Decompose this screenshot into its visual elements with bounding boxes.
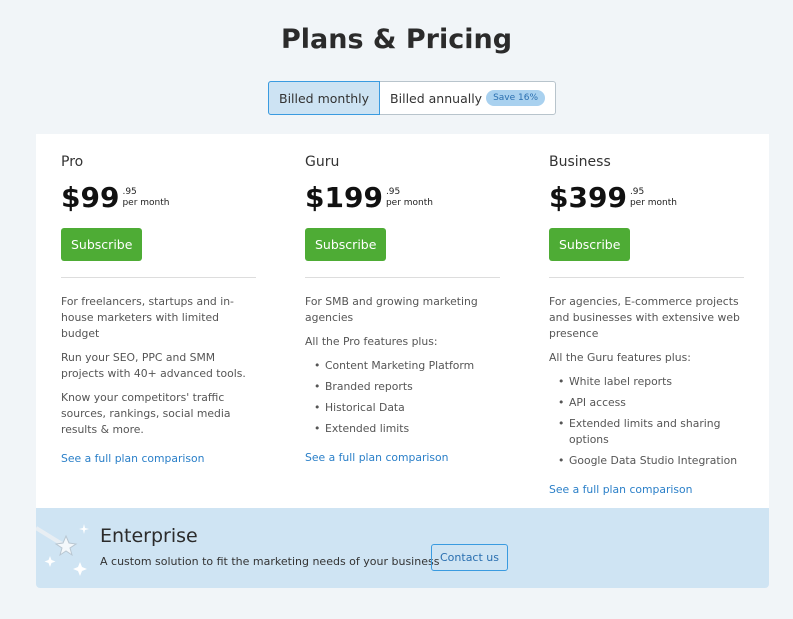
plan-name: Business xyxy=(549,154,611,170)
price-amount: $99 xyxy=(61,181,120,214)
billing-toggle: Billed monthly Billed annually Save 16% xyxy=(268,81,557,115)
magic-wand-icon xyxy=(36,524,89,576)
divider xyxy=(61,277,256,278)
plan-comparison-link[interactable]: See a full plan comparison xyxy=(61,452,256,465)
price-cents: .95 xyxy=(122,187,137,197)
enterprise-description: A custom solution to fit the marketing n… xyxy=(100,555,440,568)
feature-list: White label reports API access Extended li… xyxy=(558,374,744,469)
subscribe-button[interactable]: Subscribe xyxy=(549,228,631,261)
feature-item: API access xyxy=(558,395,744,411)
divider xyxy=(549,277,744,278)
divider xyxy=(305,277,500,278)
price-period: per month xyxy=(122,198,170,208)
plan-price: $399 .95 per month xyxy=(549,182,744,214)
billed-monthly-label: Billed monthly xyxy=(279,90,370,106)
billed-annually-option[interactable]: Billed annually Save 16% xyxy=(380,82,555,114)
plan-description: For SMB and growing marketing agencies xyxy=(305,295,478,324)
feature-item: Extended limits xyxy=(314,421,500,437)
plan-description: For agencies, E-commerce projects and bu… xyxy=(549,295,740,340)
page-title: Plans & Pricing xyxy=(280,24,513,55)
plan-description: All the Pro features plus: xyxy=(305,335,438,348)
feature-item: Google Data Studio Integration xyxy=(558,453,744,469)
plan-description: For freelancers, startups and in-house m… xyxy=(61,295,234,340)
price-period: per month xyxy=(629,198,677,208)
subscribe-button[interactable]: Subscribe xyxy=(305,228,387,261)
plan-comparison-link[interactable]: See a full plan comparison xyxy=(305,451,500,464)
billed-annually-label: Billed annually xyxy=(390,90,483,106)
plan-description: Know your competitors' traffic sources, … xyxy=(61,391,231,436)
billed-monthly-option[interactable]: Billed monthly xyxy=(268,81,381,115)
price-cents: .95 xyxy=(385,187,401,197)
price-period: per month xyxy=(385,198,433,208)
feature-list: Content Marketing Platform Branded report… xyxy=(314,358,500,437)
price-amount: $399 xyxy=(549,181,627,214)
plan-card-guru: Guru $199 .95 per month Subscribe For SMB … xyxy=(305,154,500,464)
contact-us-button[interactable]: Contact us xyxy=(431,544,508,571)
feature-item: Branded reports xyxy=(314,379,500,395)
plan-comparison-link[interactable]: See a full plan comparison xyxy=(549,483,744,496)
plan-name: Pro xyxy=(61,154,84,170)
plan-description: All the Guru features plus: xyxy=(549,351,691,364)
plan-card-pro: Pro $99 .95 per month Subscribe For freela… xyxy=(61,154,256,465)
plan-card-business: Business $399 .95 per month Subscribe For … xyxy=(549,154,744,496)
price-cents: .95 xyxy=(629,187,645,197)
plan-name: Guru xyxy=(305,154,340,170)
enterprise-title: Enterprise xyxy=(100,525,198,547)
price-amount: $199 xyxy=(305,181,383,214)
plan-description: Run your SEO, PPC and SMM projects with … xyxy=(61,351,246,380)
feature-item: Content Marketing Platform xyxy=(314,358,500,374)
plans-panel: Pro $99 .95 per month Subscribe For freela… xyxy=(36,134,769,509)
feature-item: Historical Data xyxy=(314,400,500,416)
feature-item: Extended limits and sharing options xyxy=(558,416,744,448)
plan-price: $199 .95 per month xyxy=(305,182,500,214)
enterprise-banner: Enterprise A custom solution to fit the … xyxy=(36,508,769,588)
plan-price: $99 .95 per month xyxy=(61,182,256,214)
feature-item: White label reports xyxy=(558,374,744,390)
subscribe-button[interactable]: Subscribe xyxy=(61,228,143,261)
save-badge: Save 16% xyxy=(486,90,546,106)
